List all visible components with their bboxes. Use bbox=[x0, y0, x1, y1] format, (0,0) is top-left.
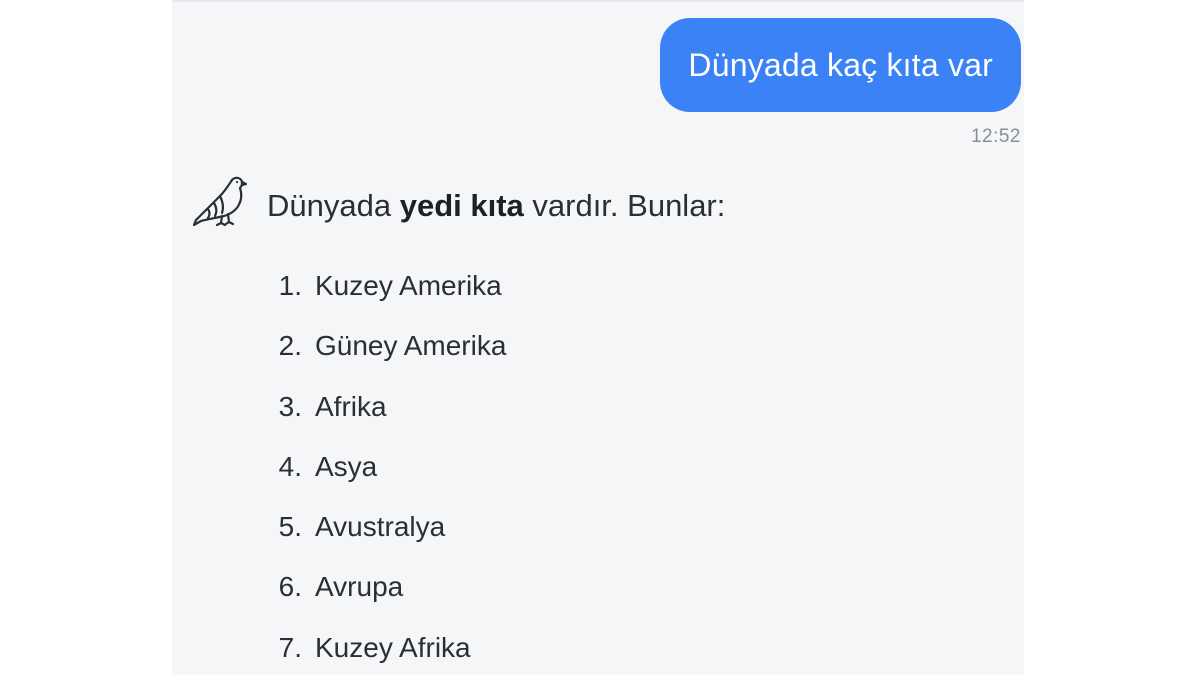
list-item-number: 3. bbox=[278, 390, 302, 422]
list-item-number: 2. bbox=[278, 330, 302, 362]
user-message-text: Dünyada kaç kıta var bbox=[688, 47, 993, 83]
list-item-label: Asya bbox=[315, 450, 378, 482]
chat-panel[interactable]: Dünyada kaç kıta var 12:52 Dünyada yedi … bbox=[172, 0, 1024, 675]
message-timestamp: 12:52 bbox=[970, 126, 1021, 147]
list-item: 3. Afrika bbox=[258, 385, 506, 445]
top-divider bbox=[172, 0, 1024, 2]
intro-text-before: Dünyada bbox=[267, 188, 400, 223]
list-item-label: Avrupa bbox=[315, 571, 404, 603]
list-item: 6. Avrupa bbox=[258, 565, 506, 625]
list-item-label: Avustralya bbox=[315, 511, 446, 543]
list-item-label: Güney Amerika bbox=[315, 330, 507, 362]
list-item-number: 6. bbox=[278, 571, 302, 603]
intro-text-after: vardır. Bunlar: bbox=[523, 188, 726, 223]
list-item: 2. Güney Amerika bbox=[258, 324, 507, 384]
list-item-label: Kuzey Amerika bbox=[315, 270, 502, 301]
list-item-label: Kuzey Afrika bbox=[315, 631, 471, 663]
continent-list: 1. Kuzey Amerika 2. Güney Amerika 3. Afrika… bbox=[258, 264, 507, 686]
list-item-label: Afrika bbox=[315, 390, 387, 422]
list-item-number: 1. bbox=[278, 270, 302, 301]
list-item: 5. Avustralya bbox=[258, 505, 506, 565]
list-item-number: 4. bbox=[278, 450, 302, 482]
list-item-number: 5. bbox=[278, 511, 302, 543]
list-item: 7. Kuzey Afrika bbox=[258, 626, 506, 686]
intro-text-bold: yedi kıta bbox=[399, 188, 524, 223]
screen: Dünyada kaç kıta var 12:52 Dünyada yedi … bbox=[0, 0, 1200, 675]
bot-intro-text: Dünyada yedi kıta vardır. Bunlar: bbox=[267, 184, 725, 228]
list-item: 4. Asya bbox=[258, 445, 506, 505]
list-item-number: 7. bbox=[278, 631, 302, 663]
user-message-bubble[interactable]: Dünyada kaç kıta var bbox=[660, 18, 1021, 112]
dove-icon bbox=[192, 172, 250, 230]
list-item: 1. Kuzey Amerika bbox=[258, 264, 506, 324]
